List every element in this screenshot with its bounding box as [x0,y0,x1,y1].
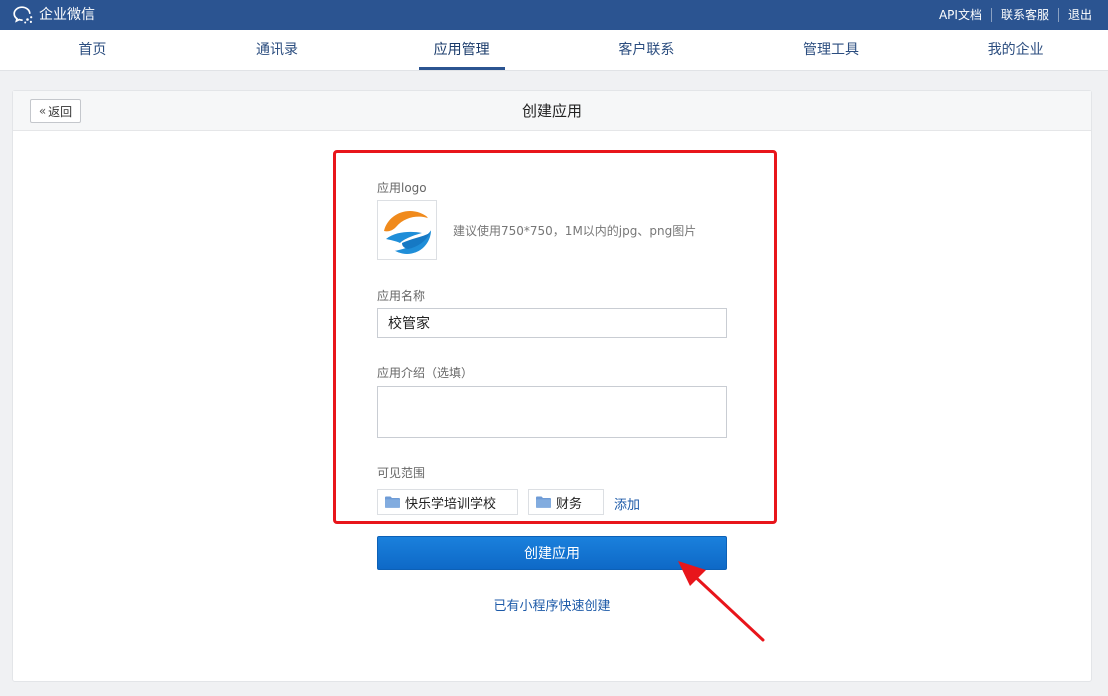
scope-tag-label: 快乐学培训学校 [405,496,497,512]
main-nav: 首页 通讯录 应用管理 客户联系 管理工具 我的企业 [0,30,1108,71]
app-name-input[interactable] [377,308,727,338]
add-scope-link[interactable]: 添加 [614,494,640,513]
app-name-label: 应用名称 [377,289,426,303]
nav-customer-contact[interactable]: 客户联系 [554,30,739,70]
logo-label: 应用logo [377,181,427,195]
brand-logo[interactable]: 企业微信 [12,4,95,26]
logo-hint: 建议使用750*750，1M以内的jpg、png图片 [453,224,697,238]
nav-home[interactable]: 首页 [0,30,185,70]
nav-app-management[interactable]: 应用管理 [369,30,554,70]
nav-my-enterprise[interactable]: 我的企业 [923,30,1108,70]
wecom-chat-icon [13,6,33,24]
app-intro-label: 应用介绍（选填） [377,366,474,380]
folder-icon [385,496,400,508]
scope-tag-label: 财务 [556,496,583,512]
visibility-scope-label: 可见范围 [377,466,426,480]
app-logo-icon [383,206,431,254]
card-header: « 返回 创建应用 [13,91,1091,131]
top-bar: 企业微信 API文档 联系客服 退出 [0,0,1108,30]
logout-link[interactable]: 退出 [1057,8,1092,22]
red-arrow-annotation [678,561,765,642]
scope-tag-finance[interactable]: 财务 [528,489,604,515]
nav-contacts[interactable]: 通讯录 [185,30,370,70]
folder-icon [536,496,551,508]
brand-name: 企业微信 [39,7,95,23]
nav-management-tools[interactable]: 管理工具 [739,30,924,70]
app-intro-textarea[interactable] [377,386,727,438]
scope-tag-school[interactable]: 快乐学培训学校 [377,489,518,515]
app-logo-uploader[interactable] [377,200,437,260]
page-title: 创建应用 [521,102,582,120]
contact-support-link[interactable]: 联系客服 [990,8,1058,22]
top-links: API文档 联系客服 退出 [930,0,1092,30]
api-docs-link[interactable]: API文档 [930,8,991,22]
